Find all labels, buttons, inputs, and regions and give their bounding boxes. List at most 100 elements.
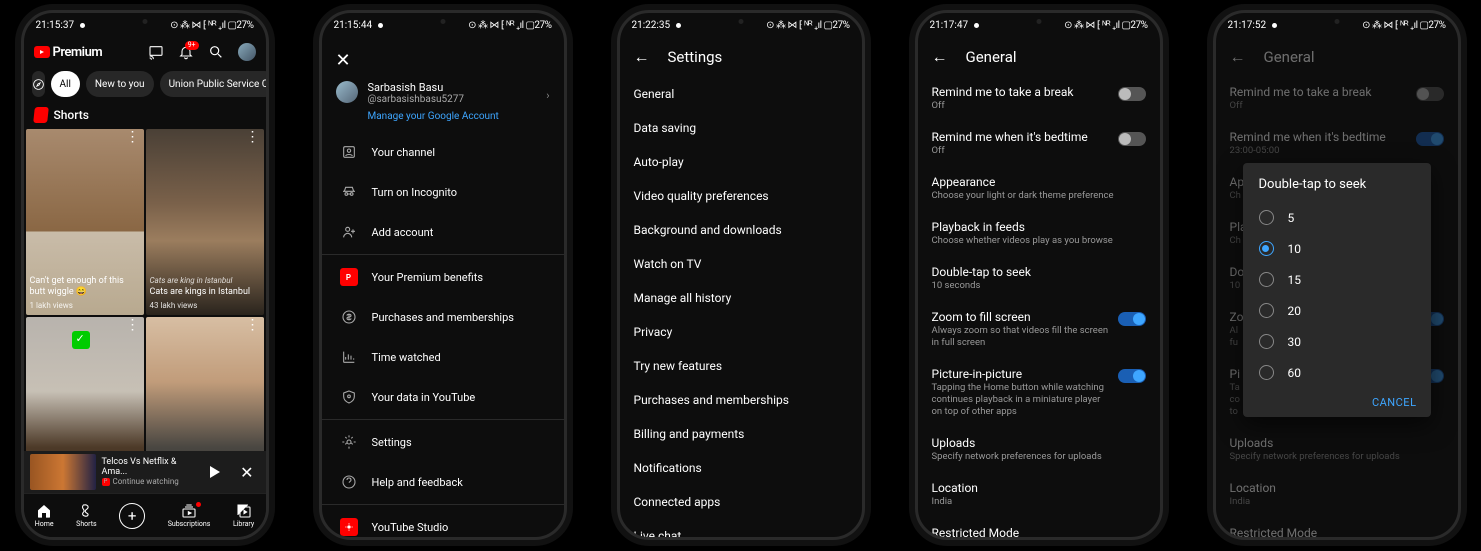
- notifications-icon[interactable]: 9+: [178, 44, 194, 60]
- settings-item-history[interactable]: Manage all history: [620, 281, 862, 315]
- shorts-header: Shorts: [24, 101, 266, 129]
- settings-item-livechat[interactable]: Live chat: [620, 519, 862, 540]
- radio-icon: [1259, 365, 1274, 380]
- toggle[interactable]: [1118, 132, 1146, 146]
- youtube-logo[interactable]: Premium: [34, 45, 103, 60]
- short-title: Can't get enough of this butt wiggle 😄: [30, 276, 124, 297]
- settings-item-autoplay[interactable]: Auto-play: [620, 145, 862, 179]
- setting-pip[interactable]: Picture-in-pictureTapping the Home butto…: [918, 359, 1160, 428]
- status-right: ⊙ ⁂ ⋈ ⁅ ᴺᴿ ₊ıl ▢27%: [1064, 20, 1147, 31]
- menu-incognito[interactable]: Turn on Incognito: [322, 172, 564, 212]
- setting-uploads[interactable]: UploadsSpecify network preferences for u…: [918, 428, 1160, 473]
- menu-help[interactable]: Help and feedback: [322, 462, 564, 502]
- chip-upsc[interactable]: Union Public Service C: [160, 71, 266, 97]
- manage-account-link[interactable]: Manage your Google Account: [368, 111, 537, 122]
- account-header: ✕: [322, 37, 564, 81]
- menu-your-data[interactable]: Your data in YouTube: [322, 377, 564, 417]
- settings-item-general[interactable]: General: [620, 77, 862, 111]
- shorts-nav-icon: [78, 503, 94, 519]
- clock: 21:17:47: [930, 20, 969, 31]
- check-badge: [72, 331, 90, 349]
- menu-add-account[interactable]: Add account: [322, 212, 564, 252]
- settings-item-billing[interactable]: Billing and payments: [620, 417, 862, 451]
- youtube-header: Premium 9+: [24, 37, 266, 67]
- more-icon[interactable]: ⋮: [126, 321, 140, 329]
- more-icon[interactable]: ⋮: [246, 321, 260, 329]
- more-icon[interactable]: ⋮: [246, 133, 260, 141]
- settings-item-connected[interactable]: Connected apps: [620, 485, 862, 519]
- setting-playback-feeds[interactable]: Playback in feedsChoose whether videos p…: [918, 212, 1160, 257]
- mini-sub: Continue watching: [113, 477, 179, 487]
- cast-icon[interactable]: [148, 44, 164, 60]
- explore-chip[interactable]: [32, 71, 45, 97]
- account-avatar[interactable]: [336, 81, 358, 103]
- toggle[interactable]: [1118, 312, 1146, 326]
- radio-icon: [1259, 303, 1274, 318]
- notification-dot: [196, 502, 201, 507]
- setting-location[interactable]: LocationIndia: [918, 473, 1160, 518]
- setting-bedtime[interactable]: Remind me when it's bedtimeOff: [918, 122, 1160, 167]
- toggle[interactable]: [1118, 369, 1146, 383]
- seek-option-20[interactable]: 20: [1243, 295, 1431, 326]
- settings-item-purchases[interactable]: Purchases and memberships: [620, 383, 862, 417]
- mini-close-icon[interactable]: ✕: [240, 463, 253, 482]
- more-icon[interactable]: ⋮: [126, 133, 140, 141]
- premium-p-icon: P: [340, 268, 358, 286]
- chip-all[interactable]: All: [51, 71, 80, 97]
- settings-item-quality[interactable]: Video quality preferences: [620, 179, 862, 213]
- phone-3-settings: 21:22:35 ⊙ ⁂ ⋈ ⁅ ᴺᴿ ₊ıl ▢27% ← Settings …: [617, 10, 865, 540]
- setting-break[interactable]: Remind me to take a breakOff: [918, 77, 1160, 122]
- close-icon[interactable]: ✕: [336, 50, 351, 71]
- nav-shorts[interactable]: Shorts: [76, 503, 96, 528]
- chip-new-to-you[interactable]: New to you: [86, 71, 154, 97]
- toggle[interactable]: [1118, 87, 1146, 101]
- radio-icon: [1259, 241, 1274, 256]
- setting-double-tap[interactable]: Double-tap to seek10 seconds: [918, 257, 1160, 302]
- setting-zoom[interactable]: Zoom to fill screenAlways zoom so that v…: [918, 302, 1160, 359]
- settings-item-notifications[interactable]: Notifications: [620, 451, 862, 485]
- chevron-right-icon[interactable]: ›: [546, 89, 549, 102]
- setting-appearance[interactable]: AppearanceChoose your light or dark them…: [918, 167, 1160, 212]
- settings-item-try-new[interactable]: Try new features: [620, 349, 862, 383]
- cancel-button[interactable]: CANCEL: [1243, 388, 1431, 411]
- menu-yt-studio[interactable]: YouTube Studio: [322, 507, 564, 540]
- seek-option-5[interactable]: 5: [1243, 202, 1431, 233]
- dialog-title: Double-tap to seek: [1243, 177, 1431, 202]
- setting-restricted[interactable]: Restricted Mode: [918, 518, 1160, 540]
- seek-option-60[interactable]: 60: [1243, 357, 1431, 388]
- settings-item-background[interactable]: Background and downloads: [620, 213, 862, 247]
- back-icon: ←: [1230, 47, 1246, 67]
- short-card-2[interactable]: ⋮ Cats are king in IstanbulCats are king…: [146, 129, 264, 315]
- menu-premium[interactable]: PYour Premium benefits: [322, 257, 564, 297]
- seek-option-10[interactable]: 10: [1243, 233, 1431, 264]
- avatar[interactable]: [238, 43, 256, 61]
- mini-play-icon[interactable]: [210, 466, 220, 478]
- subscriptions-icon: [181, 503, 197, 519]
- menu-purchases[interactable]: Purchases and memberships: [322, 297, 564, 337]
- chart-icon: [340, 348, 358, 366]
- help-icon: [340, 473, 358, 491]
- seek-option-30[interactable]: 30: [1243, 326, 1431, 357]
- menu-settings[interactable]: Settings: [322, 422, 564, 462]
- premium-p-icon: P: [102, 478, 110, 486]
- phone-4-general: 21:17:47 ⊙ ⁂ ⋈ ⁅ ᴺᴿ ₊ıl ▢27% ← General R…: [915, 10, 1163, 540]
- settings-item-watch-tv[interactable]: Watch on TV: [620, 247, 862, 281]
- search-icon[interactable]: [208, 44, 224, 60]
- nav-library[interactable]: Library: [233, 503, 254, 528]
- miniplayer[interactable]: Telcos Vs Netflix & Ama... PContinue wat…: [24, 451, 266, 493]
- nav-subscriptions[interactable]: Subscriptions: [168, 503, 211, 528]
- short-card-1[interactable]: ⋮ Can't get enough of this butt wiggle 😄…: [26, 129, 144, 315]
- seek-option-15[interactable]: 15: [1243, 264, 1431, 295]
- clock: 21:15:44: [334, 20, 373, 31]
- nav-create[interactable]: +: [119, 503, 145, 529]
- back-icon[interactable]: ←: [932, 47, 948, 67]
- menu-your-channel[interactable]: Your channel: [322, 132, 564, 172]
- page-title: General: [1264, 48, 1315, 66]
- settings-item-data[interactable]: Data saving: [620, 111, 862, 145]
- nav-home[interactable]: Home: [35, 503, 54, 528]
- back-icon[interactable]: ←: [634, 47, 650, 67]
- mini-thumbnail: [30, 454, 96, 490]
- menu-time-watched[interactable]: Time watched: [322, 337, 564, 377]
- short-views: 43 lakh views: [150, 300, 260, 311]
- settings-item-privacy[interactable]: Privacy: [620, 315, 862, 349]
